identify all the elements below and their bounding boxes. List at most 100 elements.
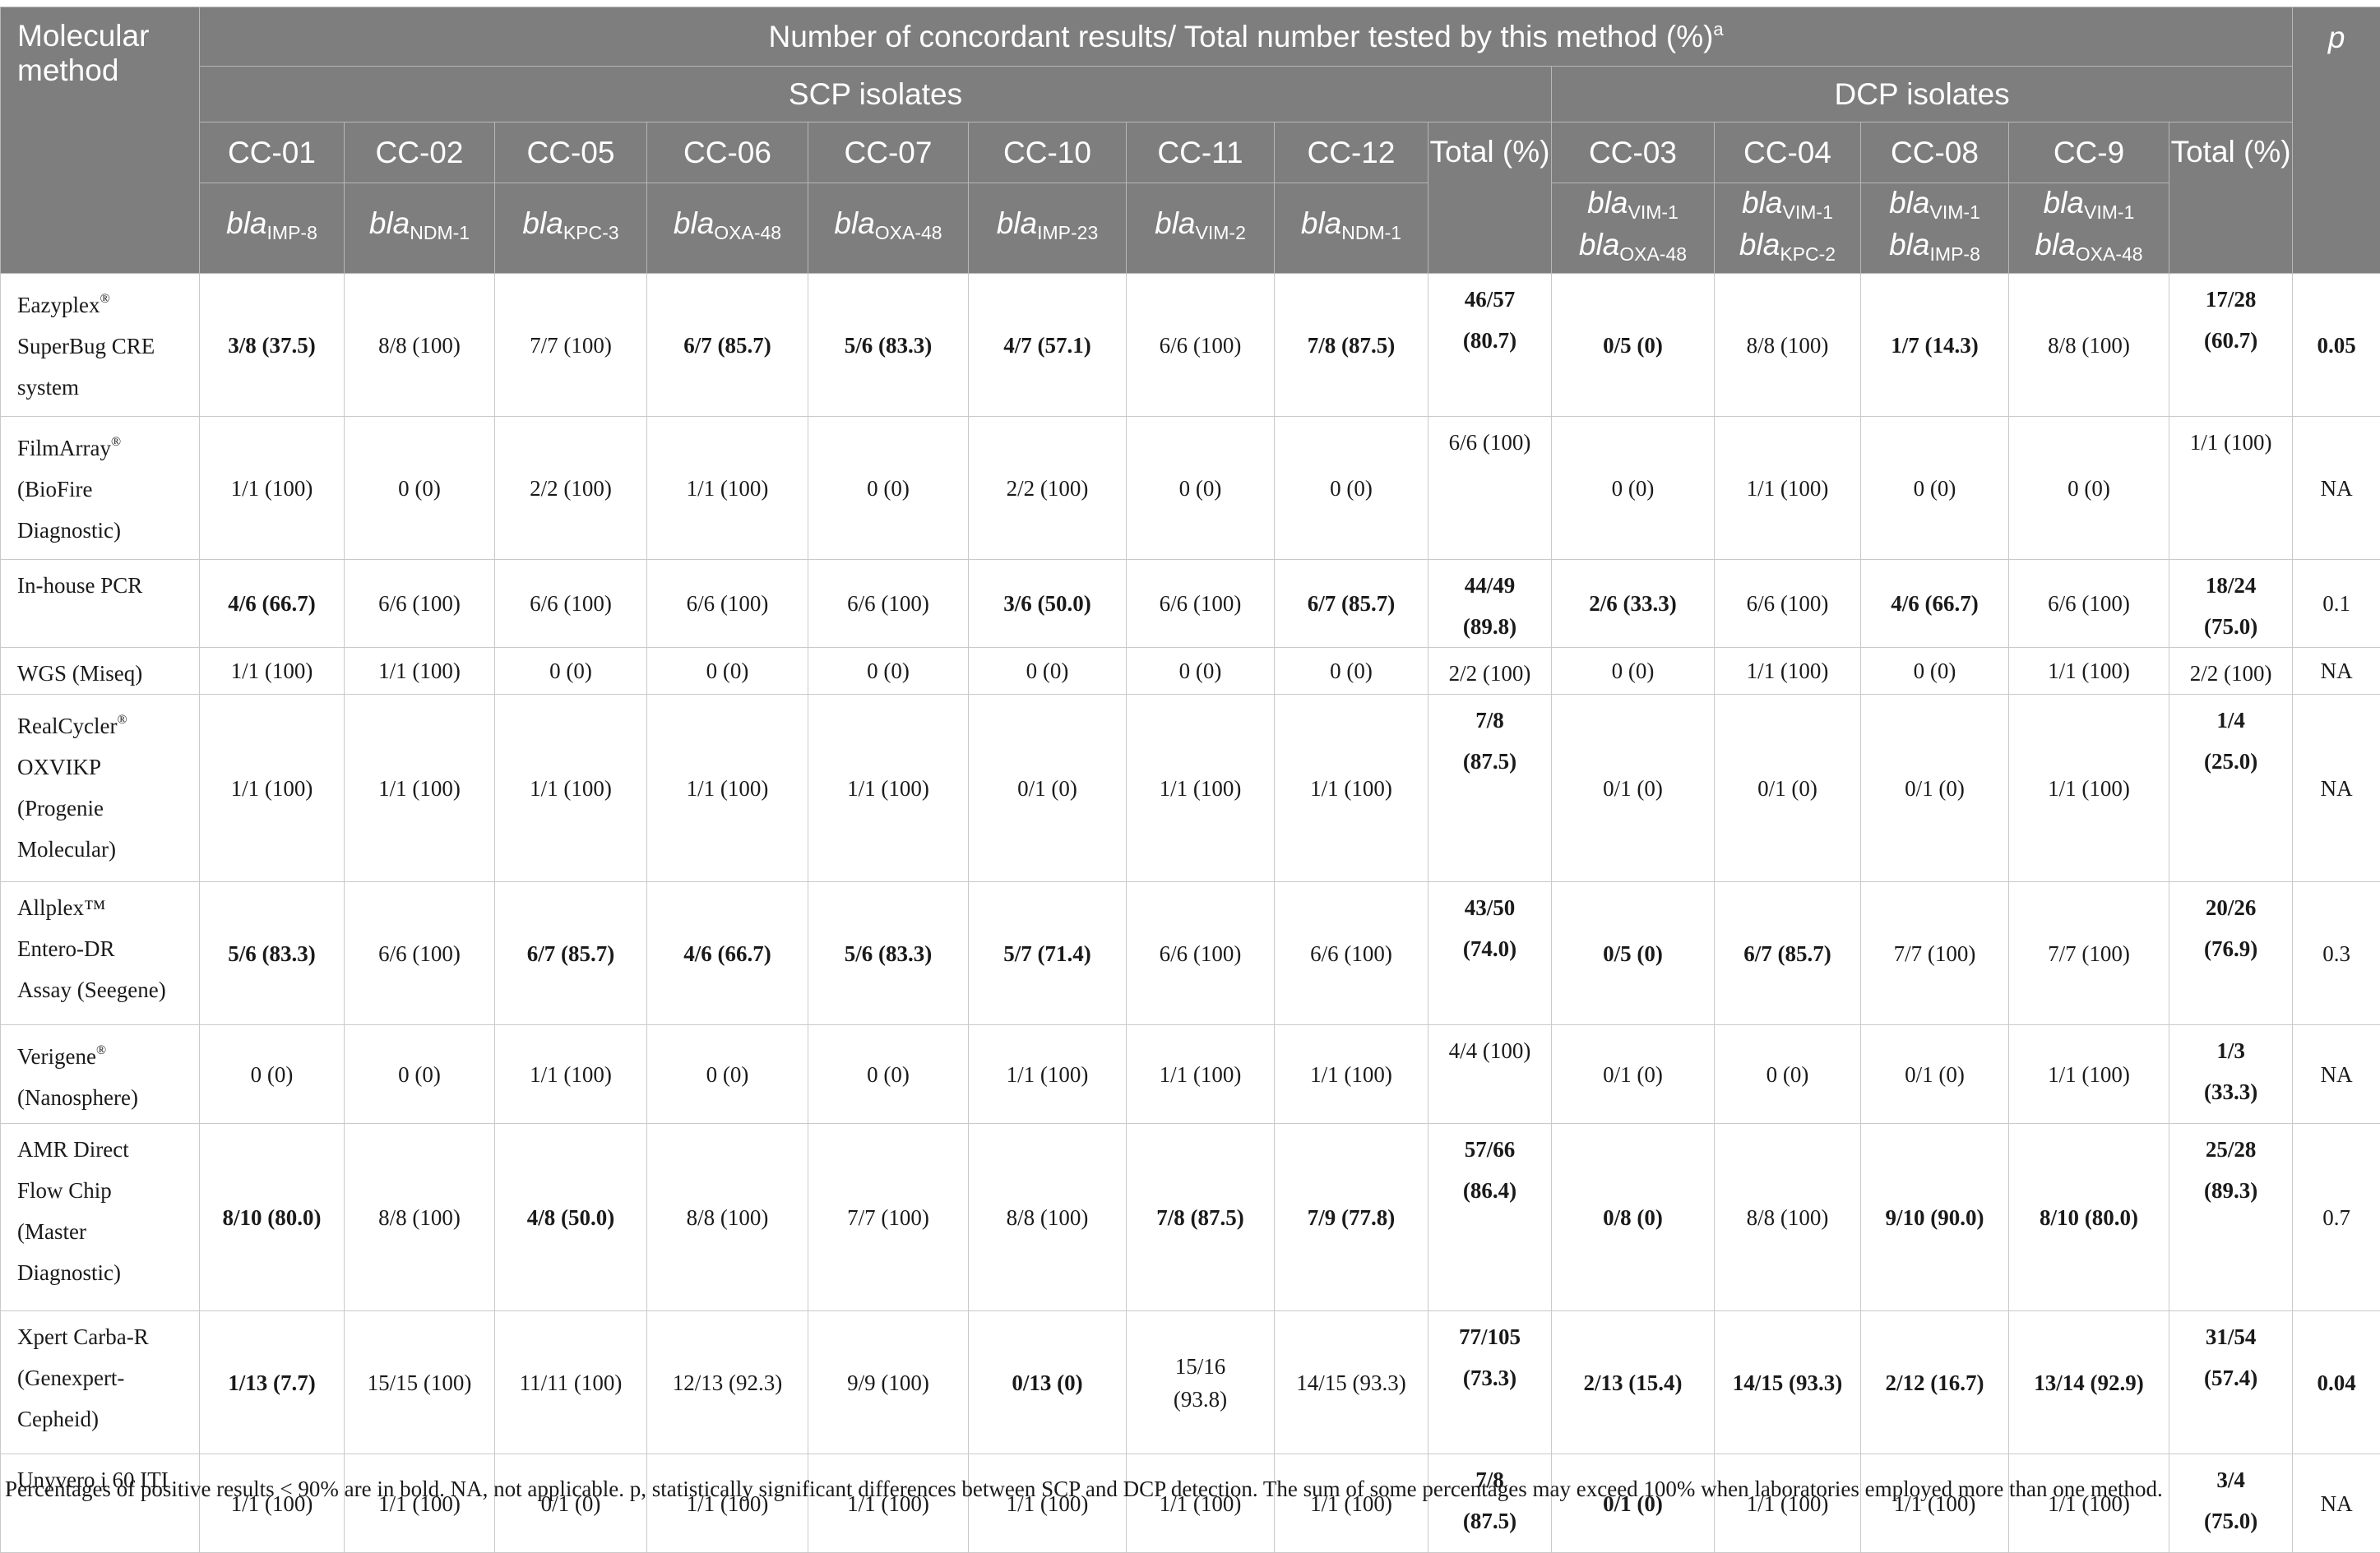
gene-variant: VIM-2: [1196, 222, 1246, 243]
result-cell: 4/6 (66.7): [1861, 560, 2009, 648]
result-cell: 0 (0): [1715, 1025, 1861, 1124]
method-name-line: AMR Direct: [17, 1137, 129, 1162]
result-cell: 0/1 (0): [1552, 1025, 1715, 1124]
total-line: 17/28: [2206, 287, 2257, 312]
result-cell: 11/11 (100): [495, 1311, 647, 1454]
result-cell: 1/1 (100): [1127, 1454, 1275, 1553]
total-cell: 46/57(80.7): [1428, 274, 1552, 417]
total-line: 2/2 (100): [1449, 661, 1531, 686]
total-line: (75.0): [2204, 1509, 2257, 1533]
registered-mark: ®: [100, 292, 109, 306]
total-line: 1/1 (100): [2190, 430, 2272, 455]
gene-variant: IMP-8: [267, 222, 317, 243]
result-cell: 3/8 (37.5): [200, 274, 345, 417]
result-cell: 8/8 (100): [345, 274, 495, 417]
method-name-line: RealCycler: [17, 714, 117, 738]
isolate-code-header: CC-07: [808, 122, 969, 183]
method-name-line: (Master: [17, 1219, 86, 1244]
gene-prefix: bla: [2035, 228, 2075, 261]
total-cell: 20/26(76.9): [2169, 882, 2293, 1025]
result-cell: 0 (0): [345, 417, 495, 560]
result-cell: 7/7 (100): [1861, 882, 2009, 1025]
isolate-code-header: CC-01: [200, 122, 345, 183]
result-cell: 0/1 (0): [1552, 1454, 1715, 1553]
gene-variant: VIM-1: [1783, 201, 1833, 223]
result-cell: 6/6 (100): [1127, 274, 1275, 417]
gene-prefix: bla: [1587, 186, 1628, 220]
total-cell: 4/4 (100): [1428, 1025, 1552, 1124]
result-cell: 0 (0): [1127, 417, 1275, 560]
method-name-cell: AMR DirectFlow Chip(MasterDiagnostic): [1, 1124, 200, 1311]
result-cell: 1/1 (100): [2009, 1454, 2169, 1553]
result-cell: 1/1 (100): [2009, 695, 2169, 882]
total-line: 1/3: [2216, 1038, 2245, 1063]
gene-variant: VIM-1: [1628, 201, 1679, 223]
total-line: (89.3): [2204, 1178, 2257, 1203]
result-cell: 9/10 (90.0): [1861, 1124, 2009, 1311]
total-line: 18/24: [2206, 573, 2257, 598]
gene-variant: VIM-1: [2084, 201, 2134, 223]
gene-prefix: bla: [674, 206, 714, 240]
result-cell: 0 (0): [1127, 648, 1275, 695]
result-cell: 8/10 (80.0): [2009, 1124, 2169, 1311]
result-cell: 1/1 (100): [345, 648, 495, 695]
result-cell: 4/8 (50.0): [495, 1124, 647, 1311]
result-cell: 6/7 (85.7): [1715, 882, 1861, 1025]
table-row: Eazyplex®SuperBug CREsystem3/8 (37.5)8/8…: [1, 274, 2380, 417]
total-line: (87.5): [1463, 749, 1516, 774]
method-name-line: Xpert Carba-R: [17, 1324, 149, 1349]
result-cell: 1/1 (100): [808, 695, 969, 882]
p-value-cell: 0.05: [2293, 274, 2380, 417]
result-cell: 1/1 (100): [1275, 1025, 1428, 1124]
result-cell: 0/5 (0): [1552, 882, 1715, 1025]
gene-header: blaVIM-2: [1127, 183, 1275, 274]
gene-variant: KPC-2: [1780, 243, 1836, 265]
p-value-cell: NA: [2293, 695, 2380, 882]
scp-group-header: SCP isolates: [200, 67, 1552, 122]
result-cell: 1/1 (100): [1275, 695, 1428, 882]
gene-variant: OXA-48: [714, 222, 781, 243]
registered-mark: ®: [111, 435, 121, 449]
result-cell: 1/1 (100): [200, 1454, 345, 1553]
isolate-code-header: CC-11: [1127, 122, 1275, 183]
result-cell: 6/7 (85.7): [1275, 560, 1428, 648]
result-cell: 6/6 (100): [345, 560, 495, 648]
result-cell: 0/1 (0): [969, 695, 1127, 882]
gene-prefix: bla: [834, 206, 874, 240]
result-cell: 1/1 (100): [969, 1454, 1127, 1553]
gene-header: blaOXA-48: [808, 183, 969, 274]
gene-header: blaIMP-8: [200, 183, 345, 274]
result-cell: 6/6 (100): [1127, 882, 1275, 1025]
gene-header: blaVIM-1blaIMP-8: [1861, 183, 2009, 274]
gene-variant: OXA-48: [1619, 243, 1687, 265]
result-cell: 0 (0): [647, 1025, 808, 1124]
total-cell: 7/8(87.5): [1428, 695, 1552, 882]
total-line: 1/4: [2216, 708, 2245, 733]
total-line: (86.4): [1463, 1178, 1516, 1203]
gene-prefix: bla: [1301, 206, 1341, 240]
p-value-cell: NA: [2293, 417, 2380, 560]
gene-variant: OXA-48: [875, 222, 942, 243]
total-cell: 17/28(60.7): [2169, 274, 2293, 417]
p-value-cell: NA: [2293, 648, 2380, 695]
method-name-line: Diagnostic): [17, 1260, 121, 1285]
total-cell: 25/28(89.3): [2169, 1124, 2293, 1311]
result-cell: 0 (0): [1552, 648, 1715, 695]
result-cell: 6/6 (100): [647, 560, 808, 648]
result-cell: 6/7 (85.7): [647, 274, 808, 417]
gene-prefix: bla: [1889, 186, 1929, 220]
total-line: 6/6 (100): [1449, 430, 1531, 455]
total-line: 46/57: [1465, 287, 1516, 312]
result-cell: 1/1 (100): [808, 1454, 969, 1553]
table-row: AMR DirectFlow Chip(MasterDiagnostic)8/1…: [1, 1124, 2380, 1311]
total-cell: 1/3(33.3): [2169, 1025, 2293, 1124]
result-cell: 5/6 (83.3): [808, 882, 969, 1025]
total-line: 43/50: [1465, 895, 1516, 920]
result-cell: 1/1 (100): [1275, 1454, 1428, 1553]
total-cell: 1/4 (25.0): [2169, 695, 2293, 882]
total-line: (76.9): [2204, 936, 2257, 961]
result-cell: 1/1 (100): [1715, 1454, 1861, 1553]
method-name-line: (Nanosphere): [17, 1085, 138, 1110]
total-line: (25.0): [2204, 749, 2257, 774]
result-cell: 3/6 (50.0): [969, 560, 1127, 648]
